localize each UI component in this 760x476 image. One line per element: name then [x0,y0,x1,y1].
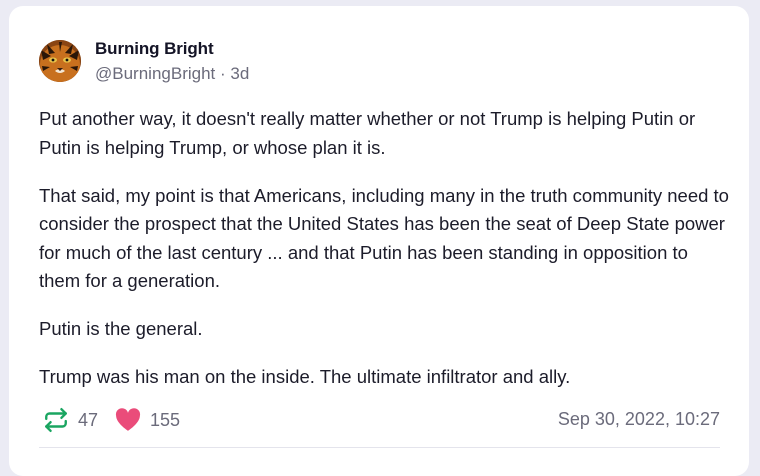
repost-count: 47 [78,409,99,430]
like-count: 155 [150,409,181,430]
post-paragraph: That said, my point is that Americans, i… [39,184,729,292]
author-handle[interactable]: @BurningBright [95,64,215,83]
post-paragraph: Put another way, it doesn't really matte… [39,108,696,158]
divider [39,447,720,448]
post-timestamp[interactable]: Sep 30, 2022, 10:27 [558,409,720,430]
post-actions: 47 155 Sep 30, 2022, 10:27 [39,406,720,436]
post-card[interactable]: Burning Bright @BurningBright · 3d Put a… [9,6,749,476]
post-body: Put another way, it doesn't really matte… [39,105,729,411]
post-paragraph: Trump was his man on the inside. The ult… [39,366,571,387]
repost-icon [45,407,67,433]
author-meta: @BurningBright · 3d [95,64,249,84]
author-display-name[interactable]: Burning Bright [95,39,214,59]
repost-button[interactable]: 47 [43,406,98,434]
post-age[interactable]: 3d [230,64,249,83]
author-avatar[interactable] [39,40,81,82]
meta-separator: · [220,64,226,83]
post-paragraph: Putin is the general. [39,318,203,339]
like-button[interactable]: 155 [115,406,180,434]
heart-icon [115,408,141,431]
tiger-face-avatar-icon [39,40,81,82]
